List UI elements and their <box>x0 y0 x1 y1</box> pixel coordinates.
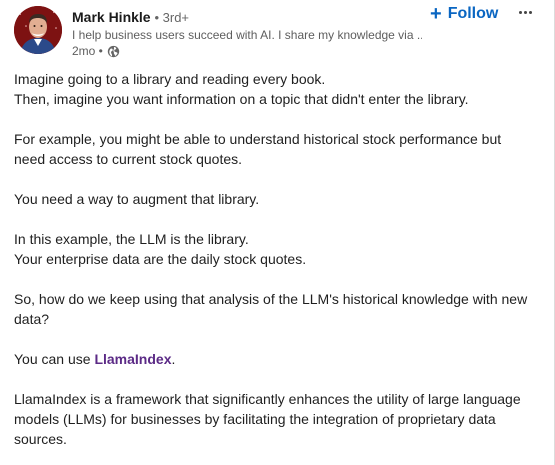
more-dot-icon <box>523 10 527 14</box>
post-line: So, how do we keep using that analysis o… <box>14 291 528 307</box>
plus-icon: + <box>430 3 442 25</box>
author-headline: I help business users succeed with AI. I… <box>72 28 422 42</box>
author-avatar[interactable] <box>14 6 62 54</box>
author-name-row: Mark Hinkle • 3rd+ <box>72 9 189 26</box>
more-dot-icon <box>528 10 532 14</box>
post-time: 2mo • <box>72 44 103 58</box>
post-line: data? <box>14 311 50 327</box>
post-line: Imagine going to a library and reading e… <box>14 71 326 87</box>
post-line: need access to current stock quotes. <box>14 151 243 167</box>
post-line: Then, imagine you want information on a … <box>14 91 469 107</box>
avatar-image <box>14 6 62 54</box>
more-options-button[interactable] <box>514 2 536 22</box>
post-header: Mark Hinkle • 3rd+ I help business users… <box>0 0 555 64</box>
post-text: . <box>171 351 176 367</box>
author-name[interactable]: Mark Hinkle <box>72 9 151 25</box>
post-line: Your enterprise data are the daily stock… <box>14 251 307 267</box>
connection-degree: • 3rd+ <box>154 10 190 25</box>
llamaindex-link[interactable]: LlamaIndex <box>94 351 171 367</box>
post-line: LlamaIndex is a framework that significa… <box>14 391 521 407</box>
post-line: models (LLMs) for businesses by facilita… <box>14 411 496 427</box>
post-line: In this example, the LLM is the library. <box>14 231 249 247</box>
post-meta: 2mo • <box>72 44 120 58</box>
post-line: You can use LlamaIndex. <box>14 349 542 369</box>
post-line: sources. <box>14 431 67 447</box>
post-text: You can use <box>14 351 95 367</box>
more-dot-icon <box>518 10 522 14</box>
post-line: For example, you might be able to unders… <box>14 131 502 147</box>
globe-icon <box>107 45 120 57</box>
follow-label: Follow <box>447 5 499 22</box>
feed-post: Mark Hinkle • 3rd+ I help business users… <box>0 0 555 465</box>
post-line: You need a way to augment that library. <box>14 191 260 207</box>
post-body: Imagine going to a library and reading e… <box>14 69 542 449</box>
follow-button[interactable]: + Follow <box>428 4 500 24</box>
